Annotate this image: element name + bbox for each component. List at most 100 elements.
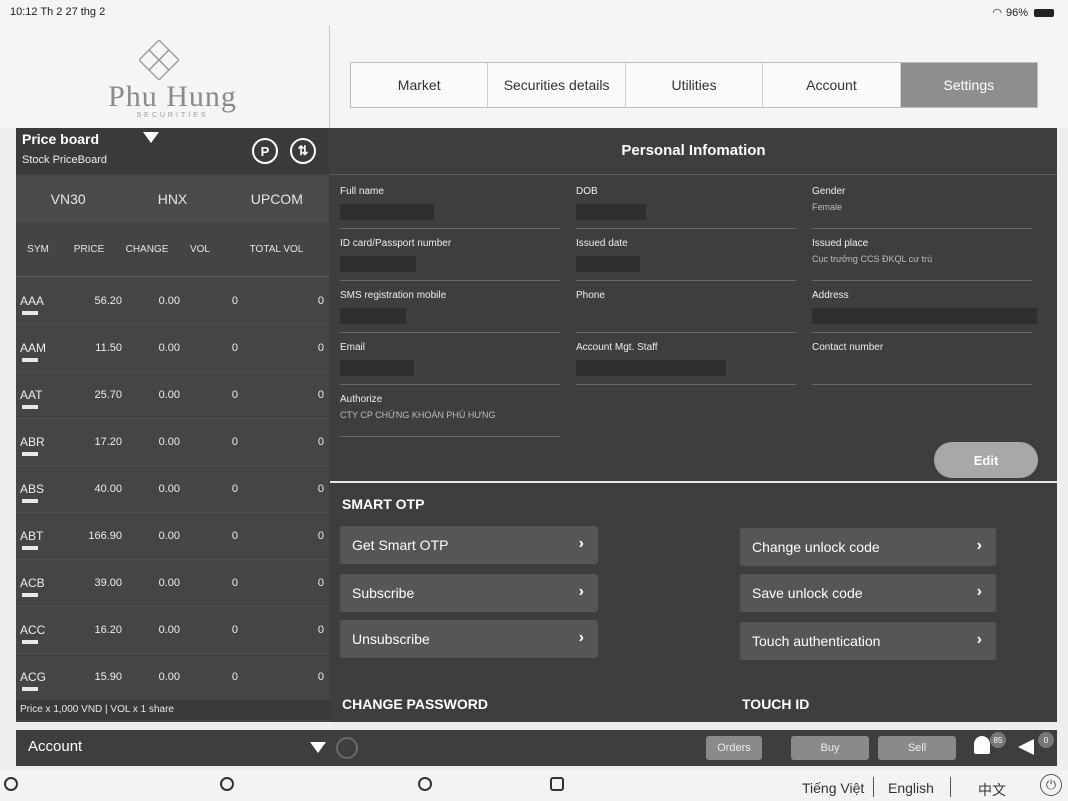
cell-vol: 0 bbox=[231, 342, 238, 354]
cell-vol: 0 bbox=[231, 577, 238, 589]
col-total-vol[interactable]: TOTAL VOL bbox=[224, 244, 329, 255]
col-change[interactable]: CHANGE bbox=[118, 244, 176, 255]
account-settings-icon[interactable] bbox=[336, 737, 358, 759]
field-sms-mobile: SMS registration mobile bbox=[340, 284, 560, 336]
cell-price: 39.00 bbox=[94, 577, 122, 589]
chevron-down-icon[interactable] bbox=[143, 132, 159, 143]
field-label: Gender bbox=[812, 186, 846, 197]
chevron-right-icon: › bbox=[578, 535, 584, 552]
table-row[interactable]: AAM 11.50 0.00 0 0 bbox=[16, 325, 329, 372]
buy-button[interactable]: Buy bbox=[791, 736, 869, 760]
phone-icon[interactable] bbox=[418, 777, 432, 791]
cell-sym: AAA bbox=[16, 294, 64, 315]
tab-settings[interactable]: Settings bbox=[900, 63, 1038, 107]
tab-securities-details[interactable]: Securities details bbox=[488, 63, 626, 107]
search-icon[interactable]: P bbox=[252, 138, 278, 164]
cell-change: 0.00 bbox=[158, 389, 180, 401]
language-chinese[interactable]: 中文 bbox=[978, 780, 1006, 800]
save-unlock-code-button[interactable]: Save unlock code › bbox=[740, 574, 996, 612]
price-board-title[interactable]: Price board bbox=[22, 131, 99, 147]
tab-hnx[interactable]: HNX bbox=[120, 176, 224, 222]
col-price[interactable]: PRICE bbox=[60, 244, 118, 255]
cell-change: 0.00 bbox=[158, 671, 180, 683]
cell-change: 0.00 bbox=[158, 577, 180, 589]
user-icon[interactable] bbox=[4, 777, 18, 791]
tab-account[interactable]: Account bbox=[763, 63, 901, 107]
sell-button[interactable]: Sell bbox=[878, 736, 956, 760]
status-time: 10:12 Th 2 27 thg 2 bbox=[10, 6, 106, 18]
price-board-footnote: Price x 1,000 VND | VOL x 1 share bbox=[16, 700, 333, 720]
chevron-right-icon: › bbox=[976, 583, 982, 600]
tab-upcom[interactable]: UPCOM bbox=[225, 176, 329, 222]
bell-icon[interactable] bbox=[974, 736, 990, 754]
cell-price: 40.00 bbox=[94, 483, 122, 495]
megaphone-icon[interactable] bbox=[1018, 739, 1034, 755]
refresh-icon[interactable]: ⇅ bbox=[290, 138, 316, 164]
field-address: Address bbox=[812, 284, 1037, 336]
cell-change: 0.00 bbox=[158, 483, 180, 495]
field-label: SMS registration mobile bbox=[340, 290, 447, 301]
cell-sym: ABT bbox=[16, 529, 64, 550]
col-sym[interactable]: SYM bbox=[16, 244, 60, 255]
field-underline bbox=[340, 436, 560, 437]
unsubscribe-button[interactable]: Unsubscribe › bbox=[340, 620, 598, 658]
table-row[interactable]: ACB 39.00 0.00 0 0 bbox=[16, 560, 329, 607]
smart-otp-title: SMART OTP bbox=[342, 496, 425, 512]
clock-icon[interactable] bbox=[220, 777, 234, 791]
personal-info-panel: Personal Infomation Full name DOB Gender… bbox=[330, 128, 1057, 722]
col-vol[interactable]: VOL bbox=[176, 244, 224, 255]
cell-tvol: 0 bbox=[317, 577, 324, 589]
table-row[interactable]: AAT 25.70 0.00 0 0 bbox=[16, 372, 329, 419]
cell-price: 16.20 bbox=[94, 624, 122, 636]
field-underline bbox=[576, 228, 796, 229]
price-board: Price board Stock PriceBoard P ⇅ VN30 HN… bbox=[16, 128, 333, 722]
table-row[interactable]: ABT 166.90 0.00 0 0 bbox=[16, 513, 329, 560]
field-full-name: Full name bbox=[340, 180, 560, 232]
get-smart-otp-button[interactable]: Get Smart OTP › bbox=[340, 526, 598, 564]
cell-vol: 0 bbox=[231, 483, 238, 495]
account-label[interactable]: Account bbox=[28, 738, 82, 755]
field-underline bbox=[576, 280, 796, 281]
field-issued-place: Issued place Cục trưởng CCS ĐKQL cư trú bbox=[812, 232, 1032, 284]
field-email: Email bbox=[340, 336, 560, 388]
battery-percent: 96% bbox=[1005, 6, 1028, 19]
main-nav: Market Securities details Utilities Acco… bbox=[350, 62, 1038, 108]
language-vietnamese[interactable]: Tiếng Việt bbox=[802, 780, 864, 796]
table-row[interactable]: ACC 16.20 0.00 0 0 bbox=[16, 607, 329, 654]
field-underline bbox=[576, 384, 796, 385]
language-english[interactable]: English bbox=[888, 780, 934, 796]
masked-value bbox=[576, 204, 646, 220]
masked-value bbox=[340, 308, 406, 324]
field-underline bbox=[340, 332, 560, 333]
subscribe-button[interactable]: Subscribe › bbox=[340, 574, 598, 612]
change-unlock-code-button[interactable]: Change unlock code › bbox=[740, 528, 996, 566]
table-row[interactable]: AAA 56.20 0.00 0 0 bbox=[16, 278, 329, 325]
chat-icon[interactable] bbox=[550, 777, 564, 791]
tab-vn30[interactable]: VN30 bbox=[16, 176, 120, 222]
cell-tvol: 0 bbox=[317, 530, 324, 542]
field-label: ID card/Passport number bbox=[340, 238, 452, 249]
field-underline bbox=[812, 332, 1032, 333]
tab-market[interactable]: Market bbox=[351, 63, 489, 107]
cell-tvol: 0 bbox=[317, 436, 324, 448]
table-row[interactable]: ABR 17.20 0.00 0 0 bbox=[16, 419, 329, 466]
button-label: Get Smart OTP bbox=[352, 537, 449, 553]
tab-utilities[interactable]: Utilities bbox=[626, 63, 764, 107]
field-label: Account Mgt. Staff bbox=[576, 342, 658, 353]
field-underline bbox=[340, 228, 560, 229]
button-label: Touch authentication bbox=[752, 633, 881, 649]
field-gender: Gender Female bbox=[812, 180, 1032, 232]
cell-sym: ABS bbox=[16, 482, 64, 503]
cell-sym: ACC bbox=[16, 623, 64, 644]
field-underline bbox=[576, 332, 796, 333]
touch-authentication-button[interactable]: Touch authentication › bbox=[740, 622, 996, 660]
main-panel: Price board Stock PriceBoard P ⇅ VN30 HN… bbox=[16, 128, 1057, 722]
power-icon[interactable]: ⏻ bbox=[1040, 774, 1062, 796]
table-row[interactable]: ACG 15.90 0.00 0 0 bbox=[16, 654, 329, 701]
orders-button[interactable]: Orders bbox=[706, 736, 762, 760]
edit-button[interactable]: Edit bbox=[934, 442, 1038, 478]
field-value: Female bbox=[812, 202, 843, 212]
table-row[interactable]: ABS 40.00 0.00 0 0 bbox=[16, 466, 329, 513]
chevron-down-icon[interactable] bbox=[310, 742, 326, 753]
button-label: Change unlock code bbox=[752, 539, 880, 555]
